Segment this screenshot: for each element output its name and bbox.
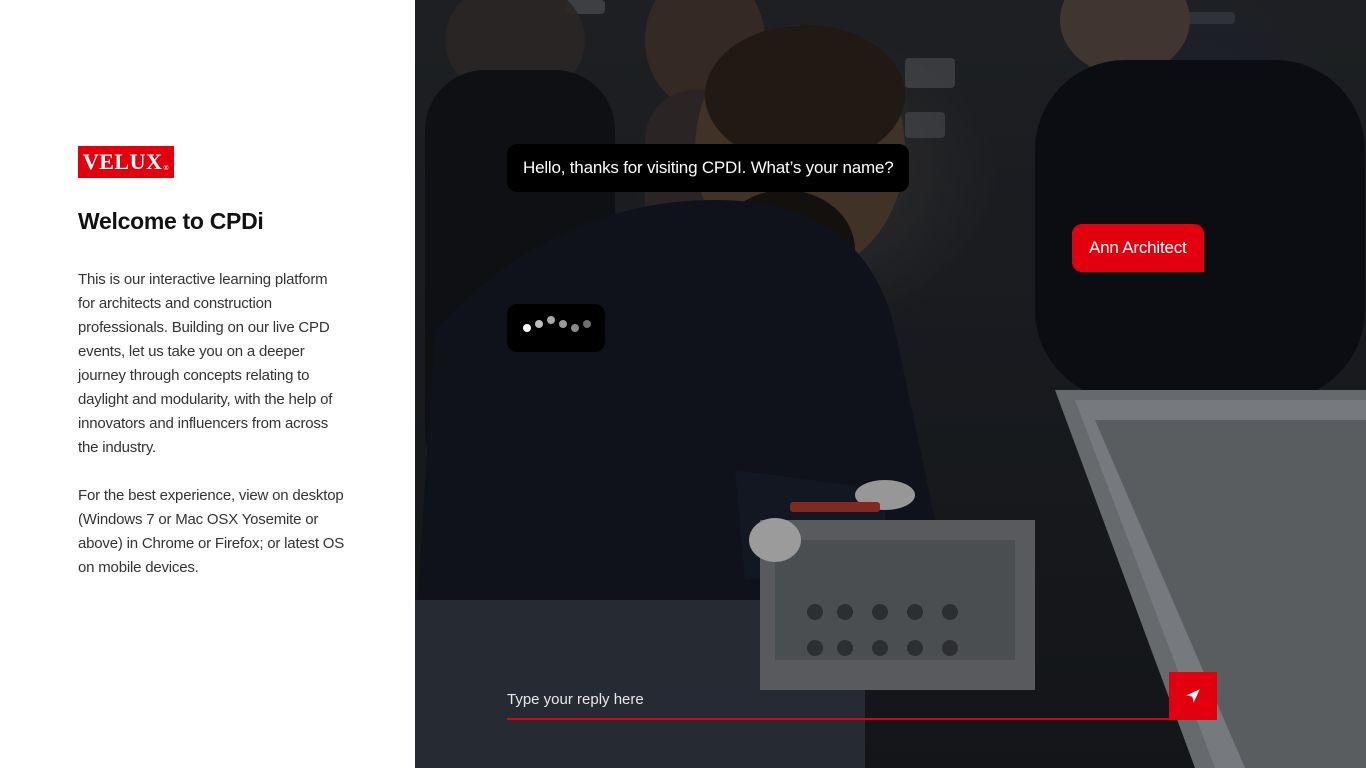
sidebar: VELUX® Welcome to CPDi This is our inter… bbox=[0, 0, 415, 768]
browser-advice-paragraph: For the best experience, view on desktop… bbox=[78, 487, 345, 576]
page-title: Welcome to CPDi bbox=[78, 208, 264, 234]
user-message-bubble: Ann Architect bbox=[1072, 224, 1204, 272]
velux-logo[interactable]: VELUX® bbox=[78, 146, 174, 178]
typing-dot bbox=[535, 320, 543, 328]
intro-paragraph: This is our interactive learning platfor… bbox=[78, 271, 333, 456]
send-button[interactable] bbox=[1169, 672, 1217, 720]
registered-mark: ® bbox=[163, 164, 170, 172]
typing-dot bbox=[547, 316, 555, 324]
bot-message-bubble: Hello, thanks for visiting CPDI. What’s … bbox=[507, 144, 910, 192]
typing-dot bbox=[559, 320, 567, 328]
logo-text: VELUX bbox=[82, 149, 163, 174]
typing-dot bbox=[571, 324, 579, 332]
photo-darken-overlay bbox=[415, 0, 1366, 768]
intro-text: This is our interactive learning platfor… bbox=[78, 268, 346, 580]
chat-panel: Hello, thanks for visiting CPDI. What’s … bbox=[415, 0, 1366, 768]
reply-input[interactable] bbox=[507, 680, 1169, 720]
typing-indicator bbox=[507, 304, 605, 352]
typing-dot bbox=[523, 324, 531, 332]
send-plane-icon bbox=[1186, 689, 1200, 703]
typing-dot bbox=[583, 320, 591, 328]
